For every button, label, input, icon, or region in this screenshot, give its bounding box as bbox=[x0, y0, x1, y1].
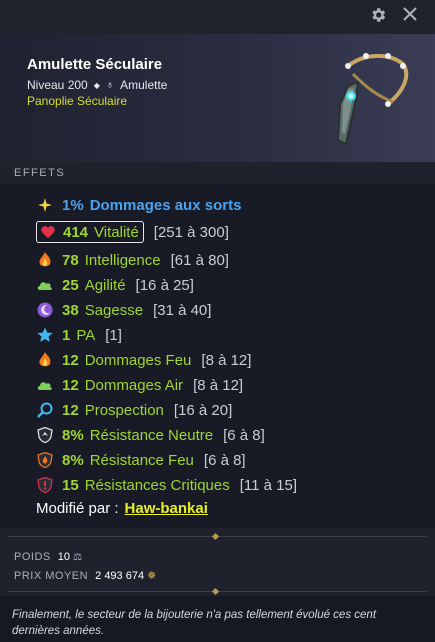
effect-row: 8% Résistance Feu [6 à 8] bbox=[36, 449, 246, 471]
effect-name: Dommages Feu bbox=[84, 351, 192, 369]
effect-name: Agilité bbox=[84, 276, 126, 294]
effects-heading: EFFETS bbox=[14, 167, 66, 179]
amulet-type-icon: ♁ bbox=[105, 79, 115, 91]
shield-neutral-icon bbox=[36, 426, 54, 444]
effect-row: 12 Prospection [16 à 20] bbox=[36, 399, 232, 421]
effect-range: [1] bbox=[105, 326, 122, 344]
effect-value: 1 bbox=[62, 326, 71, 344]
cloud-icon bbox=[36, 376, 54, 394]
effects-list: 1% Dommages aux sorts 414 Vitalité [251 … bbox=[0, 184, 435, 528]
weight-label: POIDS bbox=[14, 551, 51, 563]
gear-icon[interactable] bbox=[368, 6, 388, 26]
effect-range: [6 à 8] bbox=[203, 451, 246, 469]
effect-row: 1% Dommages aux sorts bbox=[36, 194, 251, 216]
effect-value: 8% bbox=[62, 451, 84, 469]
separator-diamond-icon: ◆ bbox=[93, 80, 100, 90]
heart-icon bbox=[39, 223, 57, 241]
item-description: Finalement, le secteur de la bijouterie … bbox=[12, 609, 377, 637]
effect-row: 78 Intelligence [61 à 80] bbox=[36, 249, 229, 271]
modified-by-link[interactable]: Haw-bankai bbox=[125, 500, 208, 517]
divider-diamond-icon bbox=[211, 532, 220, 541]
effect-range: [11 à 15] bbox=[239, 476, 298, 494]
effect-name: PA bbox=[76, 326, 96, 344]
sparkle-icon bbox=[36, 196, 54, 214]
effect-row: 12 Dommages Air [8 à 12] bbox=[36, 374, 243, 396]
effect-row: 8% Résistance Neutre [6 à 8] bbox=[36, 424, 265, 446]
effect-row: 15 Résistances Critiques [11 à 15] bbox=[36, 474, 297, 496]
effect-range: [31 à 40] bbox=[153, 301, 212, 319]
weight-value: 10 bbox=[57, 551, 71, 563]
effect-name: Vitalité bbox=[94, 223, 139, 241]
close-icon[interactable] bbox=[400, 6, 420, 26]
fire-icon bbox=[36, 251, 54, 269]
price-label: PRIX MOYEN bbox=[14, 570, 89, 582]
top-bar bbox=[0, 0, 435, 34]
effect-name: Dommages aux sorts bbox=[89, 196, 242, 214]
effect-row: 12 Dommages Feu [8 à 12] bbox=[36, 349, 251, 371]
effect-value: 78 bbox=[62, 251, 79, 269]
star-icon bbox=[36, 326, 54, 344]
item-level: Niveau 200 bbox=[27, 78, 88, 92]
effect-range: [6 à 8] bbox=[223, 426, 265, 444]
effect-range: [16 à 25] bbox=[135, 276, 194, 294]
modified-by-label: Modifié par : bbox=[36, 500, 119, 517]
effect-range: [16 à 20] bbox=[173, 401, 233, 419]
item-tooltip-window: Amulette Séculaire Niveau 200 ◆ ♁ Amulet… bbox=[0, 0, 435, 642]
effect-name: Prospection bbox=[84, 401, 164, 419]
effect-value: 8% bbox=[62, 426, 84, 444]
effect-value: 25 bbox=[62, 276, 79, 294]
effect-row: 25 Agilité [16 à 25] bbox=[36, 274, 194, 296]
kamas-icon: ✵ bbox=[147, 570, 157, 582]
effect-row: 38 Sagesse [31 à 40] bbox=[36, 299, 211, 321]
effect-value: 12 bbox=[62, 401, 79, 419]
effect-name: Résistance Feu bbox=[89, 451, 194, 469]
effect-value: 414 bbox=[63, 223, 89, 241]
item-meta: Niveau 200 ◆ ♁ Amulette bbox=[27, 78, 167, 92]
effect-value: 15 bbox=[62, 476, 79, 494]
effect-range: [61 à 80] bbox=[170, 251, 229, 269]
moon-icon bbox=[36, 301, 54, 319]
effect-name: Intelligence bbox=[84, 251, 161, 269]
divider-diamond-icon bbox=[211, 587, 220, 596]
magnifier-icon bbox=[36, 401, 54, 419]
cloud-icon bbox=[36, 276, 54, 294]
effect-row: 414 Vitalité [251 à 300] bbox=[36, 221, 229, 243]
effect-range: [8 à 12] bbox=[193, 376, 244, 394]
fire-icon bbox=[36, 351, 54, 369]
price-stat: PRIX MOYEN 2 493 674 ✵ bbox=[14, 569, 156, 582]
effect-name: Dommages Air bbox=[84, 376, 184, 394]
modified-by: Modifié par : Haw-bankai bbox=[36, 500, 208, 517]
effect-row: 1 PA [1] bbox=[36, 324, 122, 346]
weight-icon: ⚖ bbox=[73, 552, 83, 563]
effect-name: Résistances Critiques bbox=[84, 476, 230, 494]
effect-name: Résistance Neutre bbox=[89, 426, 214, 444]
price-value: 2 493 674 bbox=[95, 570, 145, 582]
item-name: Amulette Séculaire bbox=[27, 56, 163, 73]
effect-value: 38 bbox=[62, 301, 79, 319]
weight-stat: POIDS 10 ⚖ bbox=[14, 551, 82, 563]
shield-fire-icon bbox=[36, 451, 54, 469]
effect-value: 12 bbox=[62, 376, 79, 394]
item-type: Amulette bbox=[120, 78, 168, 92]
item-header: Amulette Séculaire Niveau 200 ◆ ♁ Amulet… bbox=[0, 34, 435, 162]
effect-range: [251 à 300] bbox=[153, 223, 229, 241]
effect-value: 12 bbox=[62, 351, 79, 369]
effect-range: [8 à 12] bbox=[201, 351, 252, 369]
vitality-highlight: 414 Vitalité bbox=[36, 221, 144, 243]
item-set-link[interactable]: Panoplie Séculaire bbox=[27, 94, 127, 108]
shield-critical-icon bbox=[36, 476, 54, 494]
amulet-icon bbox=[318, 44, 418, 154]
effect-value: 1% bbox=[62, 196, 84, 214]
effect-name: Sagesse bbox=[84, 301, 144, 319]
